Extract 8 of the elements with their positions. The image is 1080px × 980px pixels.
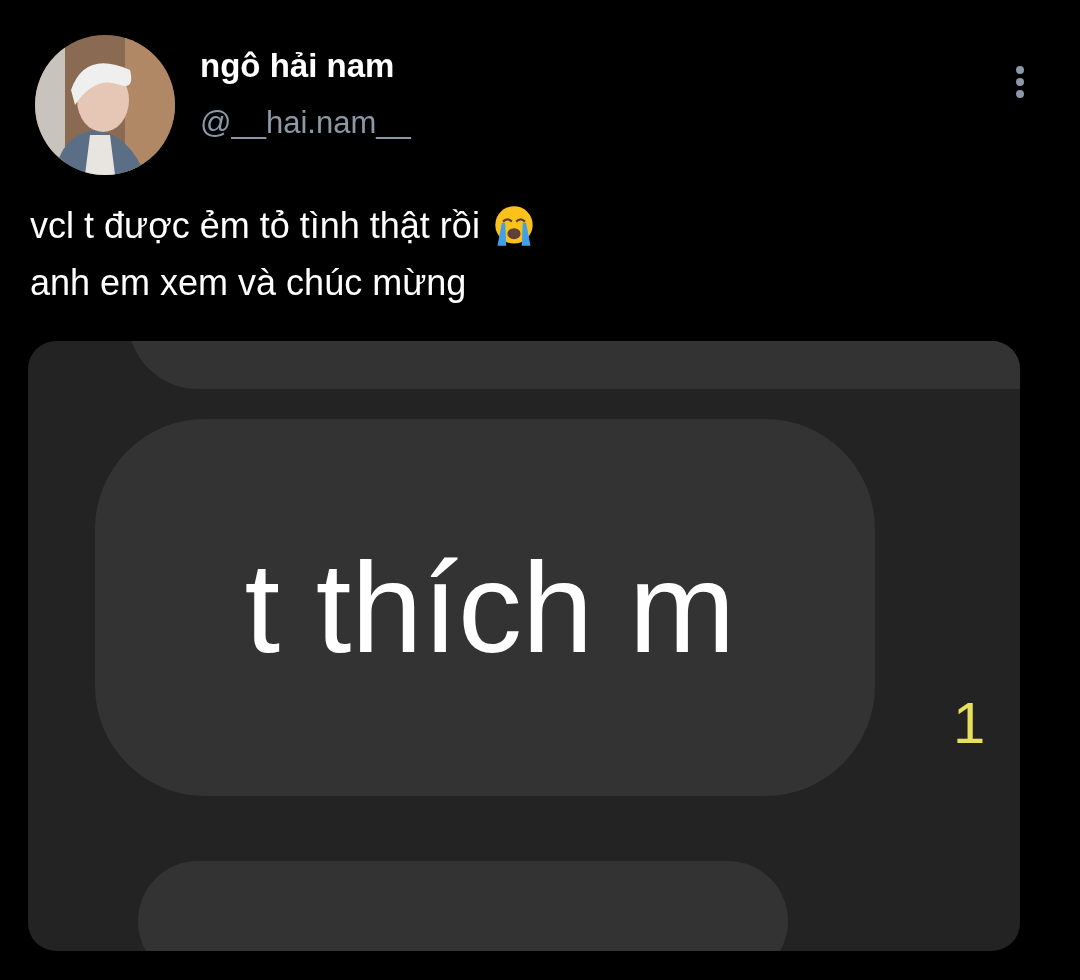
- unread-count: 1: [953, 689, 986, 756]
- more-options-icon[interactable]: [1015, 65, 1025, 99]
- author-handle[interactable]: @__hai.nam__: [200, 105, 1015, 141]
- tweet-text: anh em xem và chúc mừng: [30, 261, 467, 305]
- author-name[interactable]: ngô hải nam: [200, 47, 1015, 85]
- attached-screenshot[interactable]: t thích m 1: [28, 341, 1020, 951]
- message-bubble: t thích m: [95, 419, 875, 796]
- tweet-text: vcl t được ẻm tỏ tình thật rồi: [30, 204, 480, 248]
